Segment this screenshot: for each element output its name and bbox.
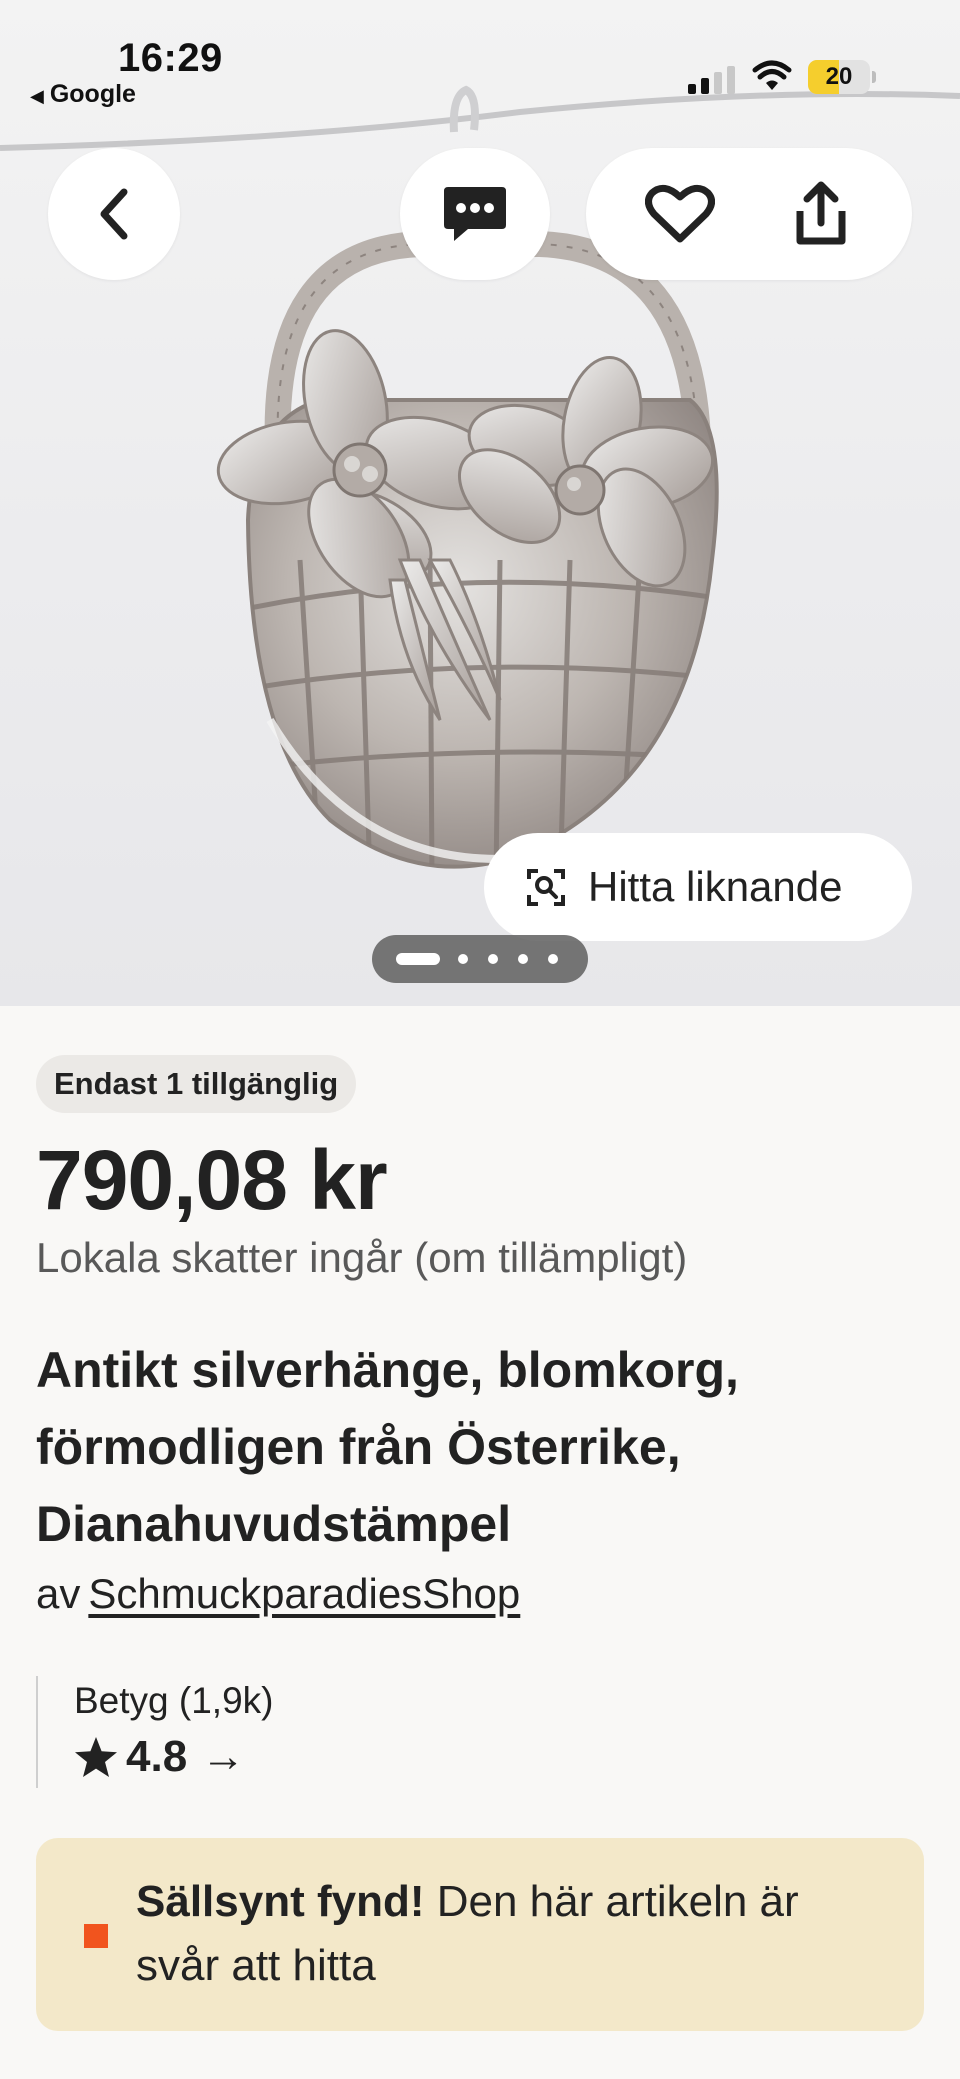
rating-label: Betyg (1,9k) [74,1680,274,1721]
page-dot [458,954,468,964]
page-dot [518,954,528,964]
back-chevron-icon [100,188,128,240]
listing-title: Antikt silverhänge, blomkorg, förmodlige… [36,1342,739,1552]
product-image-gallery[interactable]: 16:29 ◀ Google 20 Hitta liknande [0,0,960,1006]
image-pagination[interactable] [372,935,588,983]
find-similar-button[interactable]: Hitta liknande [484,833,912,941]
availability-badge: Endast 1 tillgänglig [36,1055,357,1113]
rare-find-bold: Sällsynt fynd! [136,1877,425,1926]
star-icon [75,1737,117,1777]
heart-icon[interactable] [644,183,715,245]
back-to-app-link[interactable]: ◀ Google [30,80,136,109]
rating-section[interactable]: Betyg (1,9k) 4.8 → [36,1676,273,1788]
battery-level: 20 [825,63,853,90]
back-app-label: Google [49,80,136,108]
status-time: 16:29 [118,36,223,80]
seller-prefix: av [36,1570,81,1617]
battery-indicator: 20 [808,60,876,94]
wifi-icon [752,60,792,97]
seller-shop-link[interactable]: SchmuckparadiesShop [88,1570,520,1617]
rare-find-marker-icon [84,1924,108,1948]
back-triangle-icon: ◀ [30,86,44,106]
price: 790,08 kr [36,1133,388,1227]
arrow-right-icon: → [201,1732,246,1781]
tax-note: Lokala skatter ingår (om tillämpligt) [36,1234,688,1281]
rare-find-text: Sällsynt fynd! Den här artikeln är svår … [136,1870,876,1998]
cellular-signal-icon [688,64,736,94]
seller-line: av SchmuckparadiesShop [36,1570,520,1618]
rare-find-banner: Sällsynt fynd! Den här artikeln är svår … [36,1838,924,2031]
message-seller-button[interactable] [400,148,550,280]
find-similar-label: Hitta liknande [588,863,843,910]
message-icon [444,187,506,241]
page-dot [488,954,498,964]
page-dot [548,954,558,964]
rating-value: 4.8 [126,1732,188,1781]
back-button[interactable] [48,148,180,280]
page-dot-active [396,953,440,965]
share-icon[interactable] [788,181,854,247]
favorite-share-group [586,148,912,280]
visual-search-icon [527,869,565,906]
